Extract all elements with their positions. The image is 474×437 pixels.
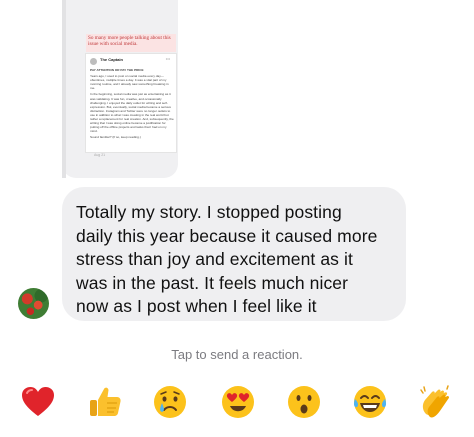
message-line: Totally my story. I stopped posting xyxy=(76,202,342,222)
tweet-date: Aug 21 xyxy=(94,153,106,157)
reaction-hint: Tap to send a reaction. xyxy=(171,347,303,362)
shared-post-divider xyxy=(62,0,66,178)
tweet-paragraph: In the beginning, social media was just … xyxy=(90,92,174,134)
thumbs-up-icon[interactable] xyxy=(83,380,127,424)
crying-face-icon[interactable] xyxy=(148,380,192,424)
tears-of-joy-icon[interactable] xyxy=(348,380,392,424)
surprised-face-icon[interactable] xyxy=(282,380,326,424)
clapping-hands-icon[interactable] xyxy=(414,380,458,424)
red-heart-icon[interactable] xyxy=(16,380,60,424)
tweet-paragraph: Sound familiar? (If so, keep reading.) xyxy=(90,135,141,140)
shared-post-quote: So many more people talking about this i… xyxy=(86,34,176,52)
message-line: now as I post when I feel like it xyxy=(76,296,317,316)
message-bubble[interactable]: Totally my story. I stopped posting dail… xyxy=(62,187,406,321)
message-line: was in the past. It feels much nicer xyxy=(76,272,349,293)
heart-eyes-icon[interactable] xyxy=(216,380,260,424)
sender-avatar[interactable] xyxy=(18,288,49,319)
message-line: stress than joy and excitement as it xyxy=(76,249,353,269)
tweet-body: PAY ATTENTION OR PAY THE PRICE Years ago… xyxy=(90,68,174,142)
message-line: daily this year because it caused more xyxy=(76,225,378,246)
more-options-icon: ••• xyxy=(165,56,170,61)
tweet-author-avatar xyxy=(90,58,97,65)
reaction-bar xyxy=(0,380,474,424)
tweet-heading: PAY ATTENTION OR PAY THE PRICE xyxy=(90,68,144,72)
shared-tweet-preview[interactable]: The Captain ••• PAY ATTENTION OR PAY THE… xyxy=(85,53,177,153)
tweet-paragraph: Years ago, I used to post on social medi… xyxy=(90,74,169,91)
tweet-author-name: The Captain xyxy=(100,57,123,62)
